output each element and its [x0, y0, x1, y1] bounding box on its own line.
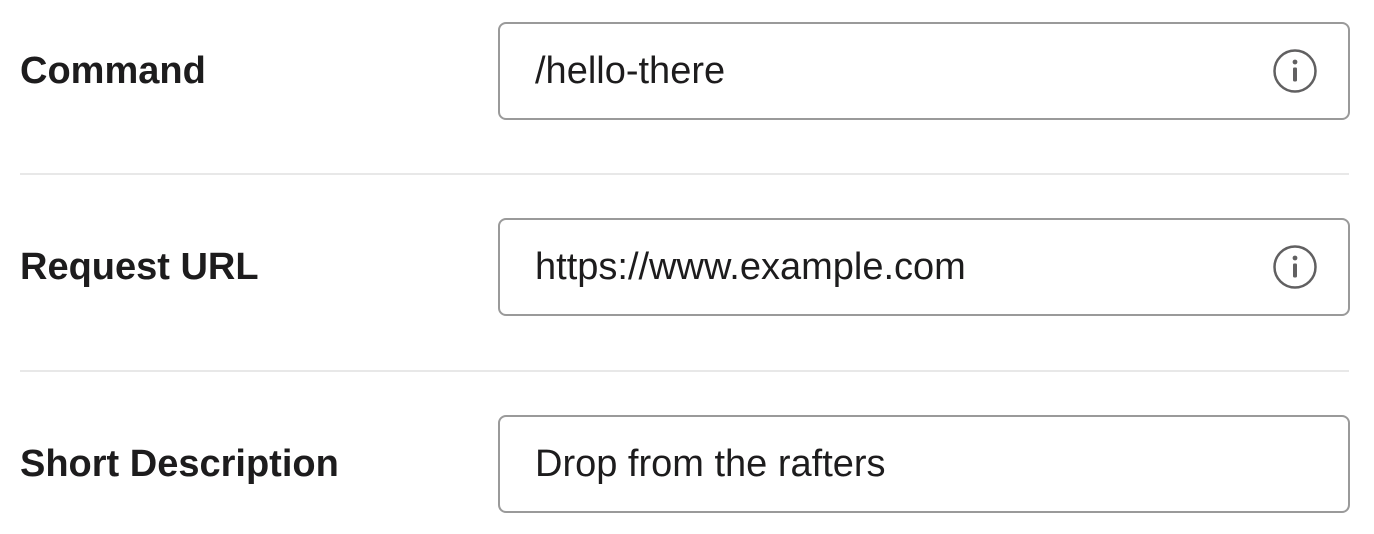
command-row: Command	[0, 22, 1374, 120]
row-divider	[20, 173, 1349, 175]
short-description-field[interactable]	[498, 415, 1350, 513]
info-icon[interactable]	[1272, 244, 1318, 290]
request-url-label: Request URL	[20, 246, 259, 288]
command-input[interactable]	[500, 24, 1235, 118]
row-divider	[20, 370, 1349, 372]
short-description-label: Short Description	[20, 443, 339, 485]
info-icon[interactable]	[1272, 48, 1318, 94]
command-field[interactable]	[498, 22, 1350, 120]
slash-command-form: Command Request URL	[0, 0, 1374, 534]
short-description-input[interactable]	[500, 417, 1235, 511]
command-label: Command	[20, 50, 206, 92]
request-url-field[interactable]	[498, 218, 1350, 316]
request-url-input[interactable]	[500, 220, 1235, 314]
request-url-row: Request URL	[0, 218, 1374, 316]
short-description-row: Short Description	[0, 415, 1374, 513]
